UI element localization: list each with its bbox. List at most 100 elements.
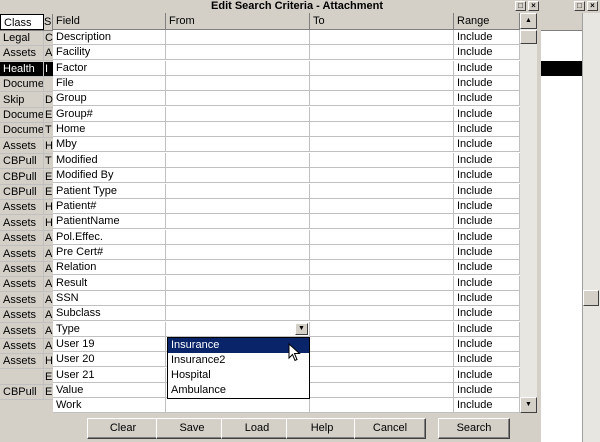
to-cell[interactable]: [310, 367, 454, 383]
bg-class-cell[interactable]: Assets: [0, 292, 44, 308]
field-cell[interactable]: Home: [53, 122, 166, 138]
bg-restore-icon[interactable]: □: [574, 1, 585, 11]
bg-s-cell[interactable]: C: [44, 31, 53, 46]
from-cell[interactable]: [166, 137, 310, 153]
range-cell[interactable]: Include: [454, 290, 520, 306]
to-cell[interactable]: [310, 352, 454, 368]
bg-class-cell[interactable]: Assets: [0, 323, 44, 339]
table-row[interactable]: Home Include: [53, 122, 520, 138]
from-cell[interactable]: [166, 60, 310, 76]
table-row[interactable]: Facility Include: [53, 45, 520, 61]
bg-s-cell[interactable]: A: [44, 277, 53, 293]
table-row[interactable]: Type ▼ Include: [53, 321, 520, 337]
bg-s-cell[interactable]: A: [44, 231, 53, 247]
bg-s-cell[interactable]: A: [44, 46, 53, 62]
from-cell[interactable]: [166, 152, 310, 168]
table-row[interactable]: Group# Include: [53, 106, 520, 122]
range-cell[interactable]: Include: [454, 91, 520, 107]
field-cell[interactable]: Mby: [53, 137, 166, 153]
bg-s-cell[interactable]: T: [44, 123, 53, 139]
from-cell[interactable]: [166, 290, 310, 306]
to-cell[interactable]: [310, 91, 454, 107]
to-cell[interactable]: [310, 260, 454, 276]
field-cell[interactable]: File: [53, 76, 166, 92]
to-cell[interactable]: [310, 290, 454, 306]
range-cell[interactable]: Include: [454, 398, 520, 414]
table-row[interactable]: Modified Include: [53, 152, 520, 168]
field-cell[interactable]: SSN: [53, 290, 166, 306]
bg-s-cell[interactable]: E: [44, 185, 53, 200]
dropdown-option[interactable]: Ambulance: [168, 383, 309, 398]
range-cell[interactable]: Include: [454, 244, 520, 260]
bg-class-cell[interactable]: Assets: [0, 246, 44, 262]
bg-column-header-class[interactable]: Class: [0, 14, 44, 30]
from-cell[interactable]: [166, 30, 310, 45]
from-cell[interactable]: [166, 198, 310, 214]
field-cell[interactable]: Facility: [53, 45, 166, 61]
bg-column-header-s[interactable]: S: [44, 14, 53, 30]
close-icon[interactable]: ×: [528, 1, 539, 11]
range-cell[interactable]: Include: [454, 152, 520, 168]
field-cell[interactable]: Work: [53, 398, 166, 414]
scroll-up-icon[interactable]: ▲: [520, 13, 537, 29]
field-cell[interactable]: User 20: [53, 352, 166, 368]
table-row[interactable]: Relation Include: [53, 260, 520, 276]
to-cell[interactable]: [310, 137, 454, 153]
bg-s-cell[interactable]: H: [44, 216, 53, 231]
field-cell[interactable]: Group#: [53, 106, 166, 122]
to-cell[interactable]: [310, 106, 454, 122]
range-cell[interactable]: Include: [454, 106, 520, 122]
table-row[interactable]: Work Include: [53, 398, 520, 414]
to-cell[interactable]: [310, 152, 454, 168]
table-row[interactable]: PatientName Include: [53, 214, 520, 230]
bg-close-icon[interactable]: ×: [587, 1, 598, 11]
bg-s-cell[interactable]: D: [44, 93, 53, 108]
table-row[interactable]: Factor Include: [53, 60, 520, 76]
bg-class-cell[interactable]: Documer: [0, 77, 44, 93]
field-cell[interactable]: User 19: [53, 337, 166, 352]
background-scrollbar-thumb[interactable]: [583, 290, 599, 306]
background-scrollbar[interactable]: [582, 13, 600, 442]
table-row[interactable]: Mby Include: [53, 137, 520, 153]
column-header-range[interactable]: Range: [454, 13, 520, 30]
to-cell[interactable]: [310, 76, 454, 92]
save-button[interactable]: Save: [156, 418, 228, 439]
from-cell[interactable]: [166, 214, 310, 230]
vertical-scrollbar[interactable]: ▲ ▼: [520, 13, 537, 413]
range-cell[interactable]: Include: [454, 137, 520, 153]
bg-s-cell[interactable]: A: [44, 293, 53, 308]
bg-class-cell[interactable]: Assets: [0, 215, 44, 231]
bg-class-cell[interactable]: Assets: [0, 138, 44, 154]
field-cell[interactable]: Factor: [53, 60, 166, 76]
field-cell[interactable]: Subclass: [53, 306, 166, 322]
bg-class-cell[interactable]: Documer: [0, 108, 44, 123]
range-cell[interactable]: Include: [454, 183, 520, 199]
bg-class-cell[interactable]: Assets: [0, 354, 44, 370]
from-cell[interactable]: [166, 229, 310, 245]
clear-button[interactable]: Clear: [87, 418, 159, 439]
to-cell[interactable]: [310, 122, 454, 138]
column-header-to[interactable]: To: [310, 13, 454, 30]
to-cell[interactable]: [310, 383, 454, 399]
bg-s-cell[interactable]: A: [44, 308, 53, 324]
field-cell[interactable]: Pre Cert#: [53, 244, 166, 260]
to-cell[interactable]: [310, 168, 454, 184]
range-cell[interactable]: Include: [454, 352, 520, 368]
to-cell[interactable]: [310, 306, 454, 322]
to-cell[interactable]: [310, 244, 454, 260]
from-cell[interactable]: [166, 45, 310, 61]
from-cell[interactable]: [166, 398, 310, 414]
bg-s-cell[interactable]: [44, 77, 53, 93]
to-cell[interactable]: [310, 45, 454, 61]
range-cell[interactable]: Include: [454, 383, 520, 399]
bg-class-cell[interactable]: Assets: [0, 339, 44, 354]
dropdown-option[interactable]: Hospital: [168, 368, 309, 383]
range-cell[interactable]: Include: [454, 367, 520, 383]
range-cell[interactable]: Include: [454, 321, 520, 337]
field-cell[interactable]: User 21: [53, 367, 166, 383]
field-cell[interactable]: Modified By: [53, 168, 166, 184]
scrollbar-thumb[interactable]: [520, 30, 537, 44]
range-cell[interactable]: Include: [454, 45, 520, 61]
table-row[interactable]: SSN Include: [53, 290, 520, 306]
table-row[interactable]: Pol.Effec. Include: [53, 229, 520, 245]
